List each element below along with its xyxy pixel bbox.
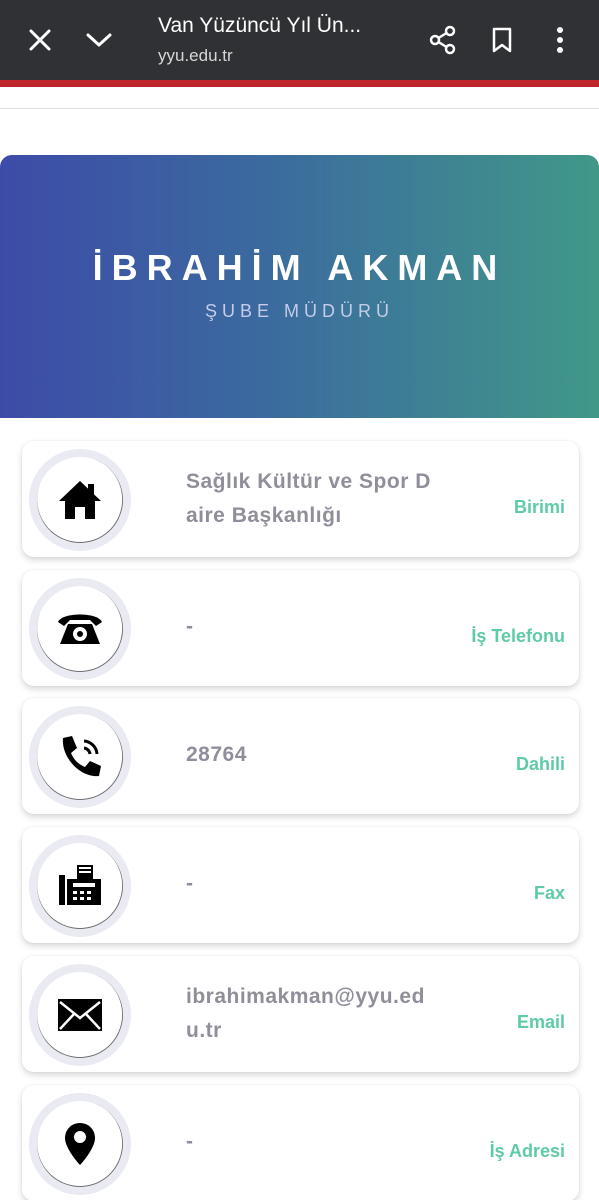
location-pin-icon [65,1123,95,1165]
contact-card-fax: - Fax [22,827,579,943]
work-address-value: - [186,1130,194,1153]
close-icon[interactable] [20,20,60,60]
contact-card-work-phone: - İş Telefonu [22,570,579,686]
profile-name: İBRAHİM AKMAN [92,247,507,288]
email-label: Email [516,1012,565,1032]
contact-card-email: ibrahimakman@yyu.edu.tr Email [22,956,579,1072]
fax-icon [59,865,101,905]
profile-title: ŞUBE MÜDÜRÜ [204,301,394,321]
envelope-icon [58,999,102,1031]
icon-ring [29,449,131,551]
divider [0,108,599,109]
icon-ring [29,578,131,680]
unit-value: Sağlık Kültür ve Spor Daire Başkanlığı [186,470,431,527]
contact-card-extension: 28764 Dahili [22,698,579,814]
icon-ring [29,1093,131,1195]
bookmark-icon[interactable] [482,20,522,60]
page-title: Van Yüzüncü Yıl Ün... [158,14,362,37]
share-icon[interactable] [423,20,463,60]
work-phone-label: İş Telefonu [471,626,565,646]
unit-label: Birimi [513,497,565,517]
chevron-down-icon[interactable] [79,20,119,60]
icon-ring [29,706,131,808]
phone-call-icon [62,736,101,777]
extension-value: 28764 [186,743,247,766]
page-url[interactable]: yyu.edu.tr [158,46,233,66]
telephone-icon [58,614,102,644]
icon-ring [29,964,131,1066]
work-address-label: İş Adresi [489,1141,565,1161]
fax-value: - [186,872,194,895]
contact-card-work-address: - İş Adresi [22,1085,579,1200]
contact-card-unit: Sağlık Kültür ve Spor Daire Başkanlığı B… [22,441,579,557]
home-icon [59,481,101,519]
more-vert-icon[interactable] [540,20,580,60]
icon-ring [29,835,131,937]
profile-header: İBRAHİM AKMAN ŞUBE MÜDÜRÜ [0,155,599,418]
extension-label: Dahili [515,754,565,774]
site-accent-bar [0,80,599,87]
browser-toolbar: Van Yüzüncü Yıl Ün... yyu.edu.tr [0,0,599,80]
work-phone-value: - [186,615,194,638]
fax-label: Fax [533,883,565,903]
email-value[interactable]: ibrahimakman@yyu.edu.tr [186,980,441,1048]
